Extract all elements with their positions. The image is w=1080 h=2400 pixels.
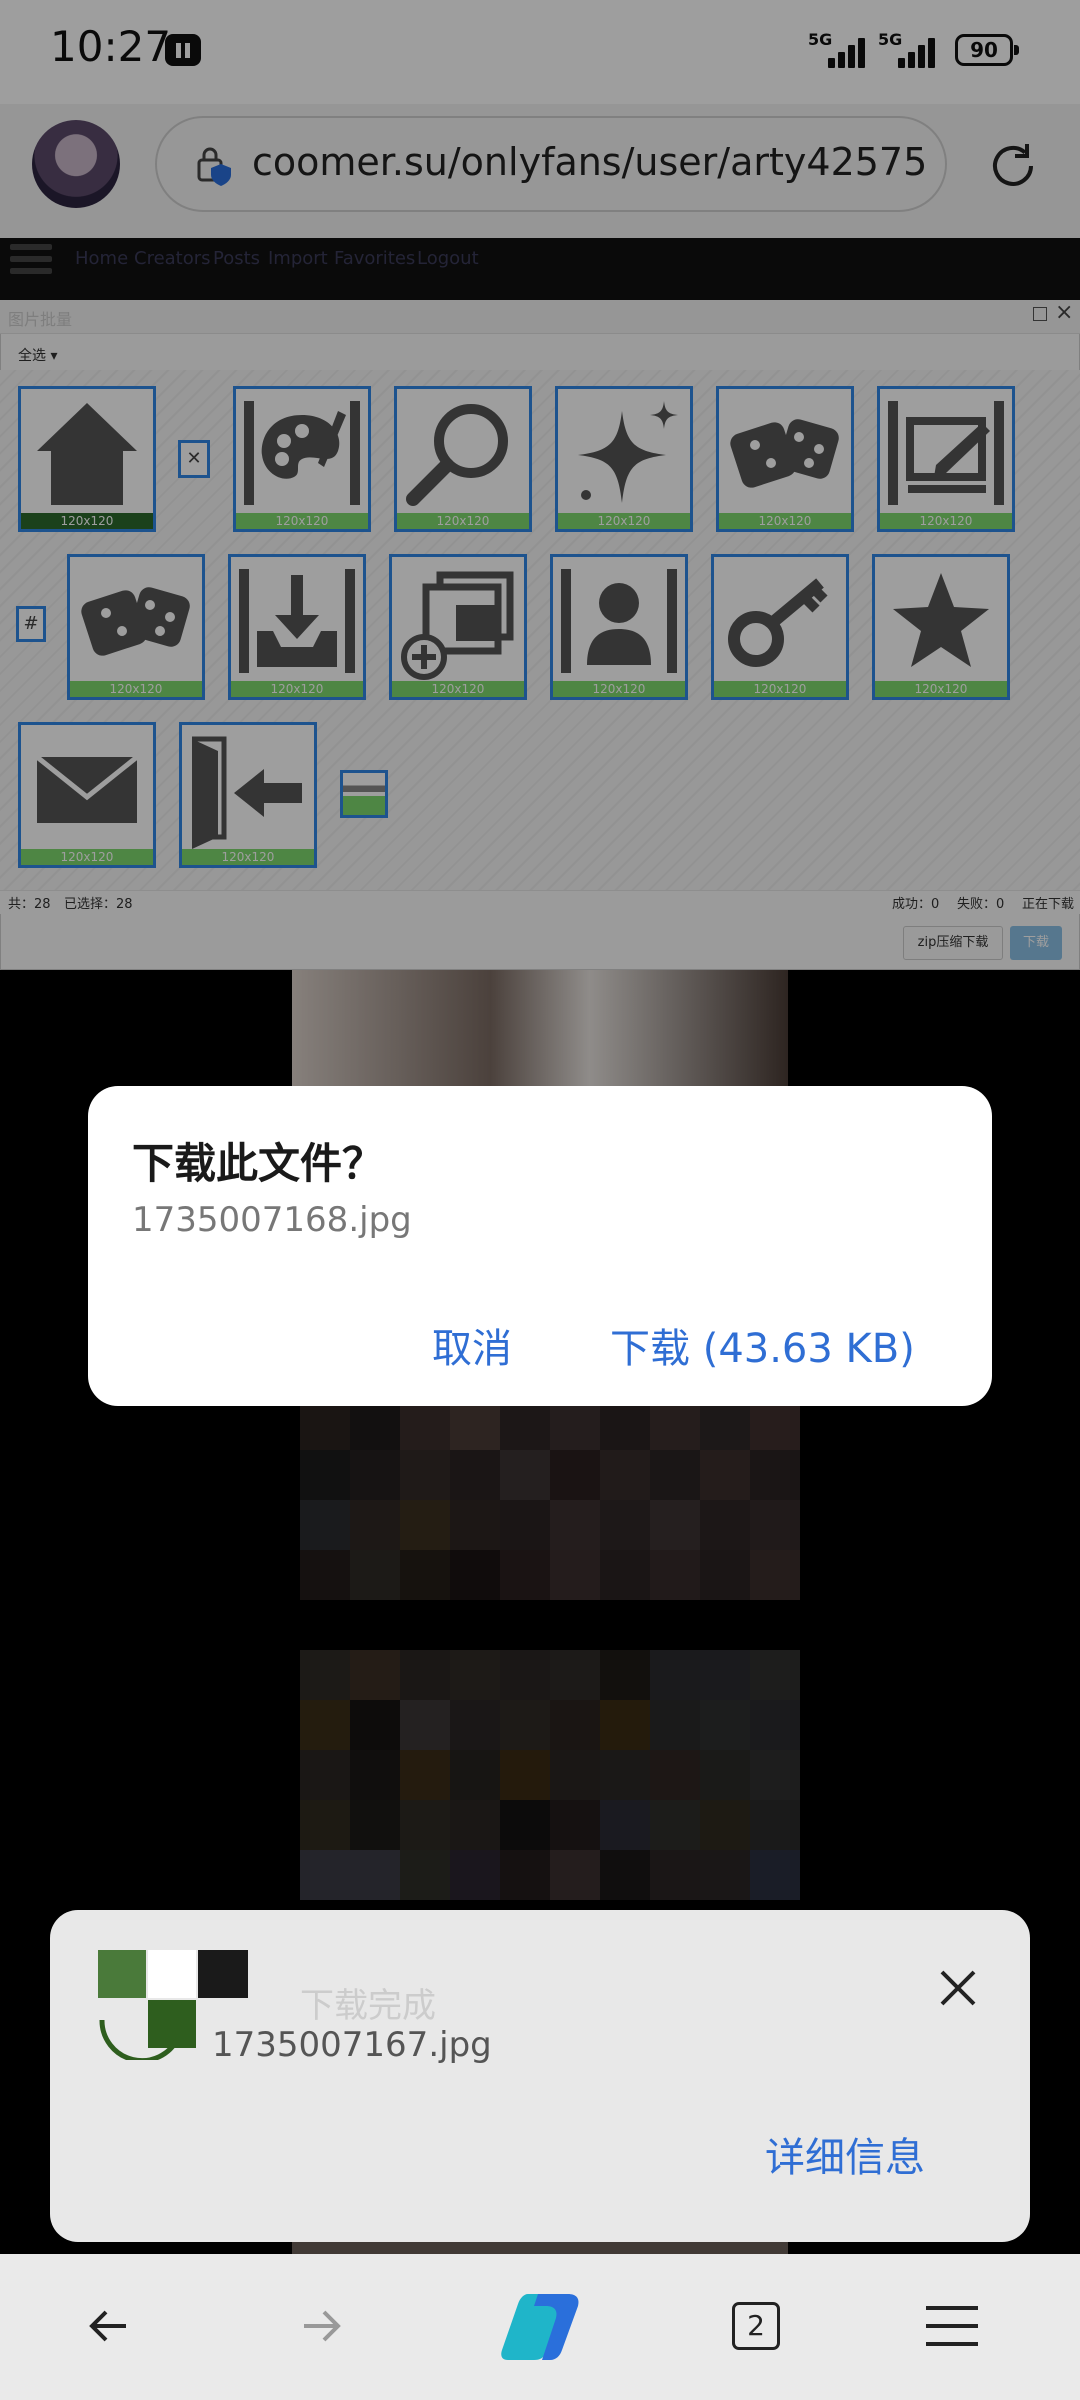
tab-count-button[interactable]: 2 — [732, 2302, 780, 2350]
dialog-title: 下载此文件？ — [132, 1139, 385, 1188]
dialog-filename: 1735007168.jpg — [132, 1200, 412, 1240]
download-button[interactable]: 下载 (43.63 KB) — [610, 1316, 915, 1374]
details-button[interactable]: 详细信息 — [765, 2125, 925, 2183]
downloaded-filename: 1735007167.jpg — [212, 2025, 492, 2065]
close-icon[interactable] — [928, 1958, 988, 2018]
menu-icon[interactable] — [924, 2302, 980, 2350]
cancel-button[interactable]: 取消 — [432, 1316, 512, 1374]
copilot-icon[interactable] — [498, 2290, 582, 2364]
back-icon[interactable] — [84, 2302, 132, 2350]
download-status: 下载完成 — [300, 1986, 436, 2026]
forward-icon[interactable] — [298, 2302, 346, 2350]
